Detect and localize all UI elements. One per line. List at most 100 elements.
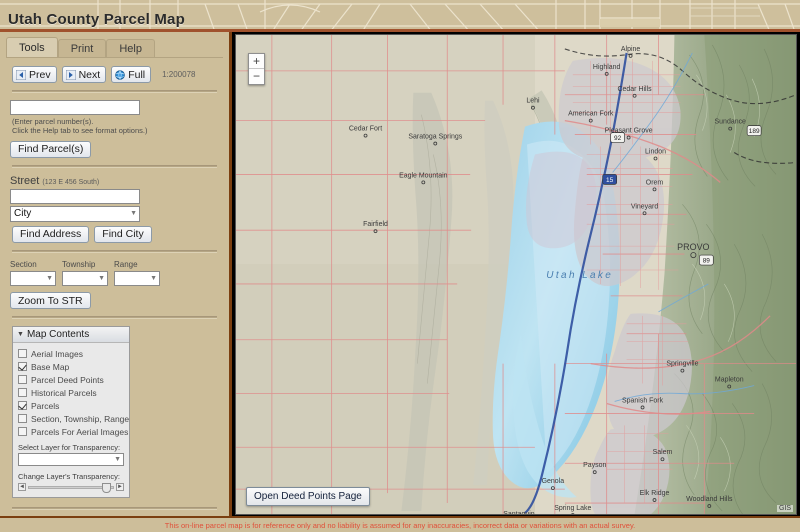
layer-item-historical-parcels[interactable]: Historical Parcels <box>18 387 125 398</box>
map-contents-header[interactable]: ▼ Map Contents <box>13 327 129 343</box>
zoom-in-button[interactable]: + <box>249 54 264 69</box>
map-place-label: Cedar Hills <box>618 86 653 93</box>
tab-help[interactable]: Help <box>106 39 155 57</box>
layer-label: Parcels For Aerial Images <box>31 426 129 437</box>
tools-panel: Prev Next Full 1:200078 (Enter parcel nu… <box>6 57 223 532</box>
layer-item-aerial-images[interactable]: Aerial Images <box>18 348 125 359</box>
parcel-search-hint: (Enter parcel number(s). Click the Help … <box>12 117 219 135</box>
map-viewport[interactable]: Highland Cedar Hills American Fork Pleasant… <box>235 34 797 515</box>
street-address-input[interactable] <box>10 188 140 204</box>
find-address-button[interactable]: Find Address <box>12 225 90 243</box>
layer-list: Aerial Images Base Map Parcel Deed Point… <box>13 343 129 442</box>
street-example: (123 E 456 South) <box>42 178 100 186</box>
divider-2 <box>12 164 217 168</box>
map-place-label: Santaquin <box>503 511 535 514</box>
map-place-label: Salem <box>653 449 673 456</box>
map-navigation-buttons: Prev Next Full 1:200078 <box>12 66 219 83</box>
layer-label: Aerial Images <box>31 348 83 359</box>
township-label: Township <box>62 259 96 269</box>
find-parcels-button[interactable]: Find Parcel(s) <box>10 140 92 158</box>
layer-item-base-map[interactable]: Base Map <box>18 361 125 372</box>
zoom-out-button[interactable]: − <box>249 69 264 84</box>
map-place-label: Springville <box>666 361 698 368</box>
parcel-map-application: Utah County Parcel Map Tools Print Help … <box>0 0 800 532</box>
section-select[interactable]: ▼ <box>10 270 56 286</box>
layer-checkbox[interactable] <box>18 427 27 436</box>
layer-checkbox[interactable] <box>18 349 27 358</box>
map-place-label: Fairfield <box>363 221 388 228</box>
prev-extent-button[interactable]: Prev <box>12 66 57 83</box>
highway-shield-label: 15 <box>606 177 614 184</box>
transparency-slider[interactable]: ◄ ► <box>18 482 124 493</box>
chevron-down-icon: ▼ <box>114 456 121 463</box>
range-select[interactable]: ▼ <box>114 270 160 286</box>
map-contents-title: Map Contents <box>26 329 90 340</box>
slider-increase-icon[interactable]: ► <box>116 483 124 491</box>
layer-checkbox[interactable] <box>18 401 27 410</box>
layer-checkbox[interactable] <box>18 388 27 397</box>
slider-decrease-icon[interactable]: ◄ <box>18 483 26 491</box>
next-arrow-icon <box>65 69 76 80</box>
globe-icon <box>115 69 125 80</box>
layer-label: Parcel Deed Points <box>31 374 104 385</box>
zoom-to-str-button[interactable]: Zoom To STR <box>10 292 91 309</box>
next-extent-button[interactable]: Next <box>61 66 107 83</box>
map-place-label: Orem <box>646 179 664 186</box>
chevron-down-icon: ▼ <box>46 274 53 282</box>
slider-thumb[interactable] <box>102 482 111 493</box>
layer-item-parcels[interactable]: Parcels <box>18 400 125 411</box>
layer-checkbox[interactable] <box>18 362 27 371</box>
page-title: Utah County Parcel Map <box>8 11 185 28</box>
highway-shield-label: 189 <box>749 128 760 135</box>
app-banner: Utah County Parcel Map <box>0 0 800 32</box>
map-place-label: Woodland Hills <box>686 496 733 503</box>
map-place-label: PROVO <box>677 242 709 252</box>
street-section-label: Street (123 E 456 South) <box>10 175 219 187</box>
tools-sidebar: Tools Print Help Prev Next Full 1:200078… <box>0 32 232 532</box>
township-select[interactable]: ▼ <box>62 270 108 286</box>
map-canvas[interactable]: HighlandCedar HillsAmerican ForkPleasant… <box>236 35 796 514</box>
water-body-label: Utah Lake <box>546 270 613 281</box>
highway-shield-label: 89 <box>703 258 711 265</box>
open-deed-points-page-button[interactable]: Open Deed Points Page <box>246 487 370 506</box>
map-place-label: Payson <box>583 462 606 469</box>
transparency-slider-label: Change Layer's Transparency: <box>18 472 120 481</box>
divider-1 <box>12 90 217 93</box>
layer-checkbox[interactable] <box>18 375 27 384</box>
map-place-label: Sundance <box>715 119 747 126</box>
parcel-number-input[interactable] <box>10 100 140 115</box>
str-selects: ▼ ▼ ▼ <box>10 270 219 286</box>
full-extent-label: Full <box>128 68 146 81</box>
transparency-layer-select[interactable]: ▼ <box>18 453 124 466</box>
prev-extent-label: Prev <box>29 68 51 81</box>
map-zoom-controls[interactable]: + − <box>248 53 265 85</box>
map-place-label: Vineyard <box>631 203 659 210</box>
prev-arrow-icon <box>16 69 26 80</box>
layer-label: Parcels <box>31 400 60 411</box>
city-select[interactable]: City ▼ <box>10 205 140 222</box>
layer-item-parcels-for-aerial-images[interactable]: Parcels For Aerial Images <box>18 426 129 437</box>
tab-tools[interactable]: Tools <box>6 37 58 57</box>
disclaimer-footer: This on-line parcel map is for reference… <box>0 516 800 532</box>
range-label: Range <box>114 259 138 269</box>
highway-shield-label: 92 <box>614 135 622 142</box>
map-place-label: Elk Ridge <box>640 490 670 497</box>
street-label: Street <box>10 174 40 187</box>
tab-print[interactable]: Print <box>57 39 107 57</box>
map-scale-text: 1:200078 <box>162 70 196 79</box>
find-city-button[interactable]: Find City <box>94 225 152 243</box>
map-place-label: Lindon <box>645 149 666 156</box>
layer-checkbox[interactable] <box>18 414 27 423</box>
layer-item-parcel-deed-points[interactable]: Parcel Deed Points <box>18 374 125 385</box>
parcel-hint-line-2: Click the Help tab to see format options… <box>12 125 148 135</box>
chevron-down-icon: ▼ <box>98 274 105 282</box>
layer-item-section-township-range[interactable]: Section, Township, Range <box>18 413 129 424</box>
slider-track[interactable] <box>28 482 114 493</box>
layer-label: Base Map <box>31 361 70 372</box>
map-place-label: Highland <box>593 64 621 71</box>
disclaimer-text: This on-line parcel map is for reference… <box>164 520 636 530</box>
full-extent-button[interactable]: Full <box>111 66 152 83</box>
map-place-label: Eagle Mountain <box>399 172 448 179</box>
divider-3 <box>12 249 217 253</box>
chevron-down-icon: ▼ <box>150 274 157 282</box>
